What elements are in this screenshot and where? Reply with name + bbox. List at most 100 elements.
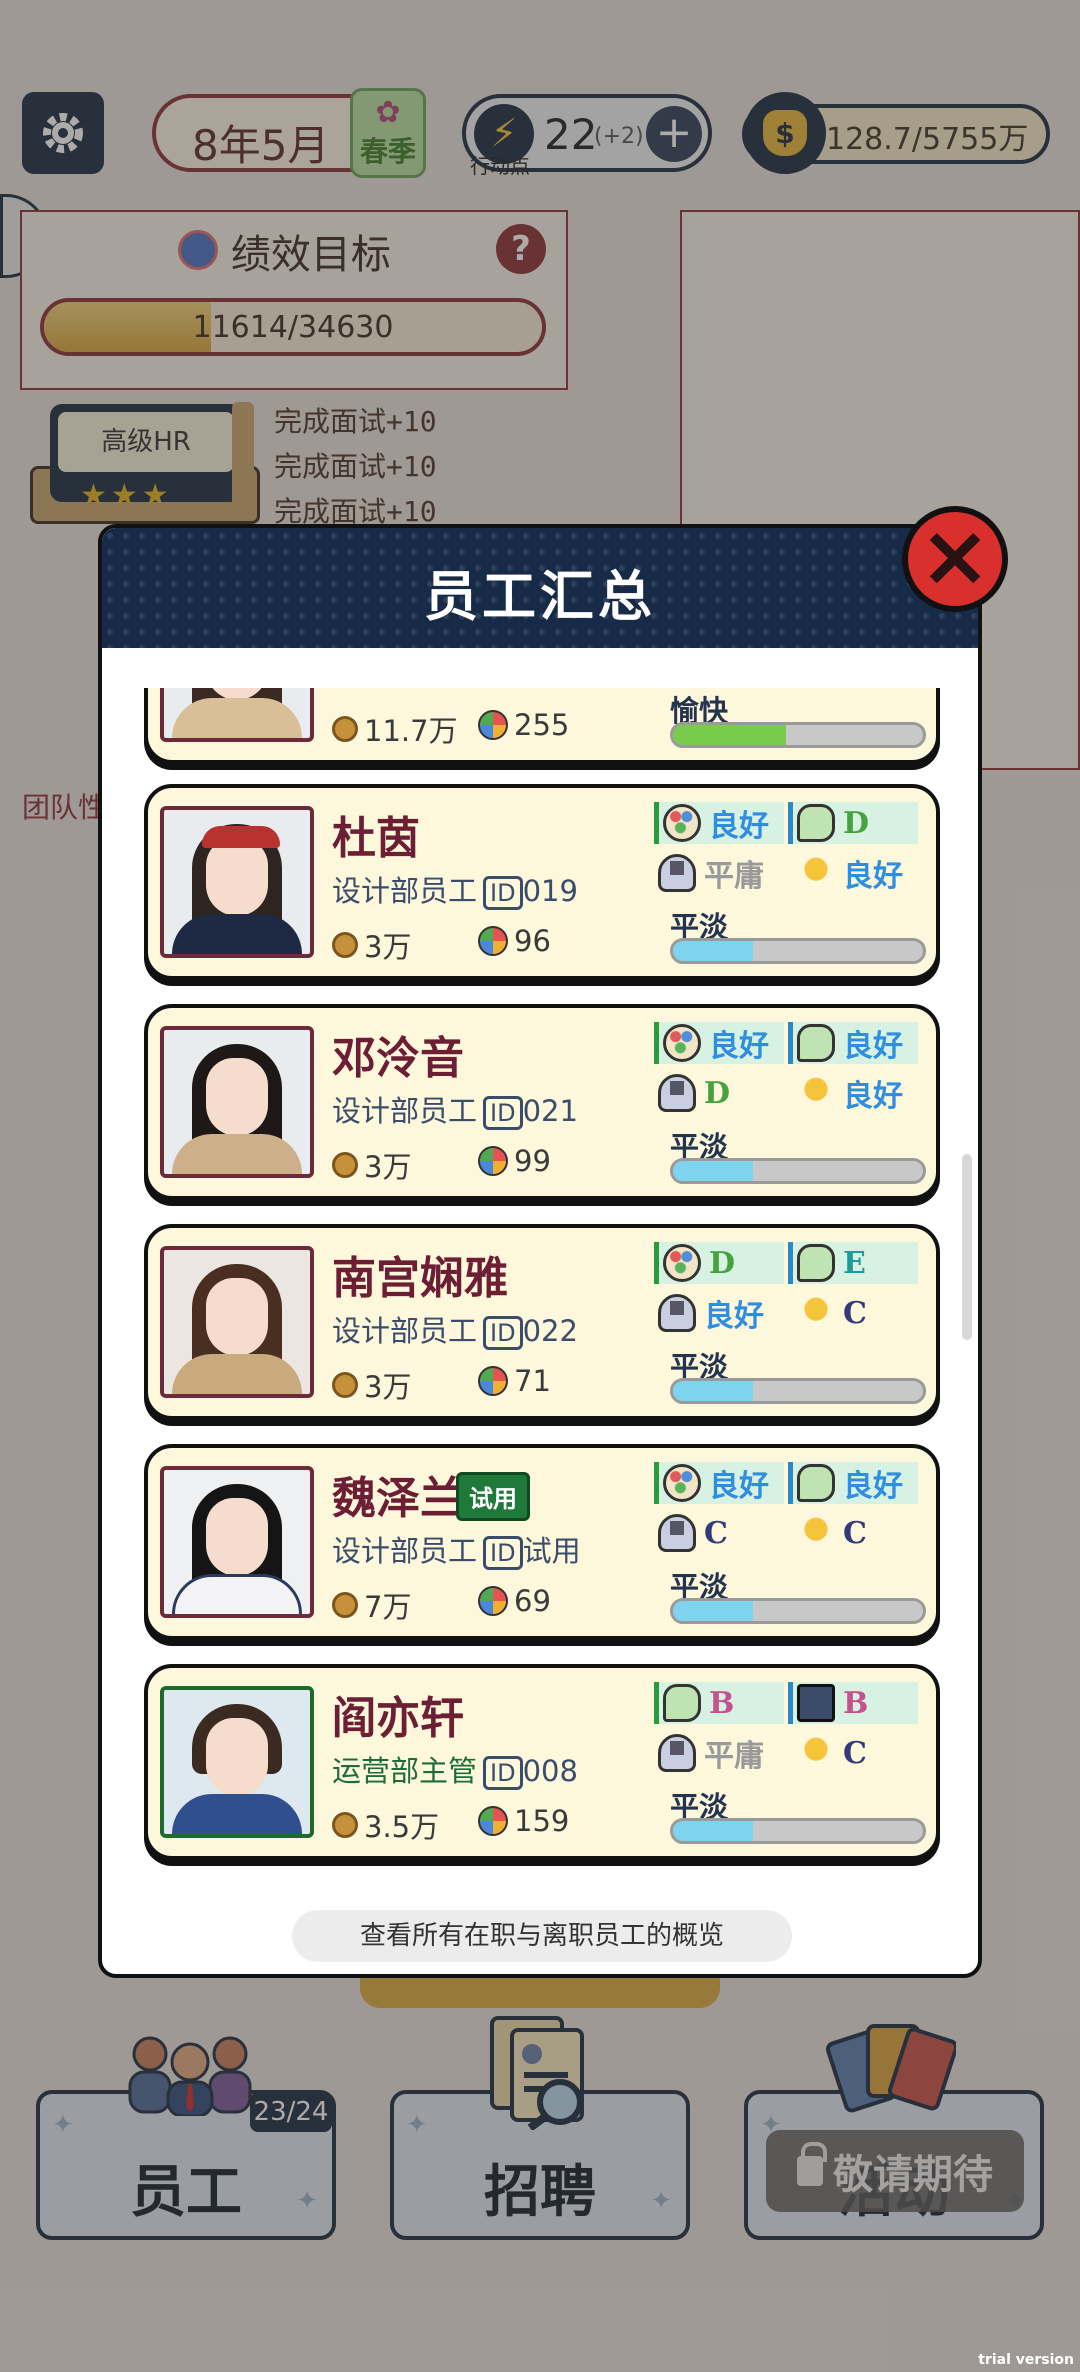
salary: 3万 [332,1144,411,1186]
chat-icon [797,1024,835,1062]
id-badge: ID [483,876,523,910]
employee-card[interactable]: 南宫娴雅 设计部员工 ID 022 3万 71 D E 良好 C 平淡 [144,1224,940,1420]
employee-role: 设计部员工 ID 019 [332,868,578,910]
skill-management: D [654,1072,784,1114]
employee-dept: 设计部员工 [332,874,478,908]
coin-icon [332,1812,358,1838]
skill-creativity: C [793,1512,923,1554]
skill-tech: B [788,1682,918,1724]
employee-role: 设计部员工 ID 022 [332,1308,578,1350]
performance-value: 99 [514,1144,551,1178]
employee-id: 022 [522,1314,578,1348]
mood-bar [670,938,926,964]
employee-card[interactable]: 邓泠音 设计部员工 ID 021 3万 99 良好 良好 D 良好 平淡 [144,1004,940,1200]
employee-card[interactable]: 阎亦轩 运营部主管 ID 008 3.5万 159 B B 平庸 C 平淡 [144,1664,940,1860]
performance-value: 69 [514,1584,551,1618]
skill-value: C [843,1515,867,1551]
skill-design: 良好 [654,1022,784,1064]
skill-design: D [654,1242,784,1284]
employee-role: 设计部员工 ID 021 [332,1088,578,1130]
salary: 3万 [332,1364,411,1406]
skill-creativity: C [793,1732,923,1774]
performance-icon [478,926,508,956]
salary-value: 3万 [364,1150,412,1184]
employee-card[interactable]: 魏泽兰 试用 设计部员工 ID 试用 7万 69 良好 良好 C C 平淡 [144,1444,940,1640]
performance-value: 255 [514,708,570,742]
skill-value: D [704,1075,731,1111]
lightbulb-icon [797,1514,835,1552]
skill-communication: 良好 [788,1022,918,1064]
skill-design: 良好 [654,1462,784,1504]
team-icon [658,1734,696,1772]
skill-communication: B [654,1682,784,1724]
employee-card[interactable]: 11.7万 255 愉快 [144,688,940,764]
palette-icon [663,1244,701,1282]
id-badge: ID [483,1096,523,1130]
salary: 3万 [332,924,411,966]
skill-value: C [704,1515,728,1551]
coin-icon [332,716,358,742]
id-badge: ID [483,1316,523,1350]
skill-value: 平庸 [704,1739,764,1774]
modal-header: 员工汇总 [102,528,978,648]
skill-value: 良好 [843,859,903,894]
employee-portrait [160,806,314,958]
watermark: trial version [978,2352,1074,2368]
employee-portrait [160,1026,314,1178]
team-icon [658,1294,696,1332]
mood-fill [673,1821,753,1841]
performance-value: 96 [514,924,551,958]
performance-icon [478,1586,508,1616]
mood-bar [670,1598,926,1624]
salary-value: 11.7万 [364,714,458,748]
id-badge: ID [483,1536,523,1570]
skill-value: 良好 [709,1029,769,1064]
employee-name: 杜茵 [332,813,420,864]
skill-communication: E [788,1242,918,1284]
mood-bar [670,1158,926,1184]
skill-value: 平庸 [704,859,764,894]
lightbulb-icon [797,854,835,892]
salary-value: 3.5万 [364,1810,440,1844]
close-modal-button[interactable]: × [902,506,1008,612]
employee-dept: 设计部员工 [332,1094,478,1128]
mood-fill [673,1161,753,1181]
team-icon [658,1514,696,1552]
mood-bar [670,1818,926,1844]
employee-name: 南宫娴雅 [332,1253,508,1304]
performance-icon [478,710,508,740]
performance-icon [478,1806,508,1836]
mood-fill [673,1381,753,1401]
performance: 255 [478,708,569,742]
lightbulb-icon [797,1074,835,1112]
mood-fill [673,725,786,745]
skill-value: 良好 [843,1469,903,1504]
skill-value: E [843,1245,866,1281]
employee-role: 设计部员工 ID 试用 [332,1528,581,1570]
skill-value: D [709,1245,736,1281]
employee-dept: 设计部员工 [332,1314,478,1348]
performance: 99 [478,1144,551,1178]
skill-value: C [843,1735,867,1771]
salary-value: 7万 [364,1590,412,1624]
performance: 96 [478,924,551,958]
employee-portrait [160,1246,314,1398]
performance-value: 159 [514,1804,570,1838]
mood-fill [673,1601,753,1621]
employee-id: 008 [522,1754,578,1788]
performance: 159 [478,1804,569,1838]
employee-dept: 运营部主管 [332,1754,478,1788]
skill-management: 良好 [654,1292,784,1334]
skill-design: 良好 [654,802,784,844]
skill-value: 良好 [709,1469,769,1504]
employee-list[interactable]: 11.7万 255 愉快 杜茵 设计部员工 ID 019 3万 96 良好 D 平庸… [102,688,978,1868]
coin-icon [332,1592,358,1618]
salary: 3.5万 [332,1804,439,1846]
skill-creativity: 良好 [793,1072,923,1114]
list-scrollbar[interactable] [962,1154,972,1340]
performance-icon [478,1146,508,1176]
employee-card[interactable]: 杜茵 设计部员工 ID 019 3万 96 良好 D 平庸 良好 平淡 [144,784,940,980]
employee-name: 邓泠音 [332,1033,464,1084]
beret [202,826,280,848]
team-icon [658,854,696,892]
